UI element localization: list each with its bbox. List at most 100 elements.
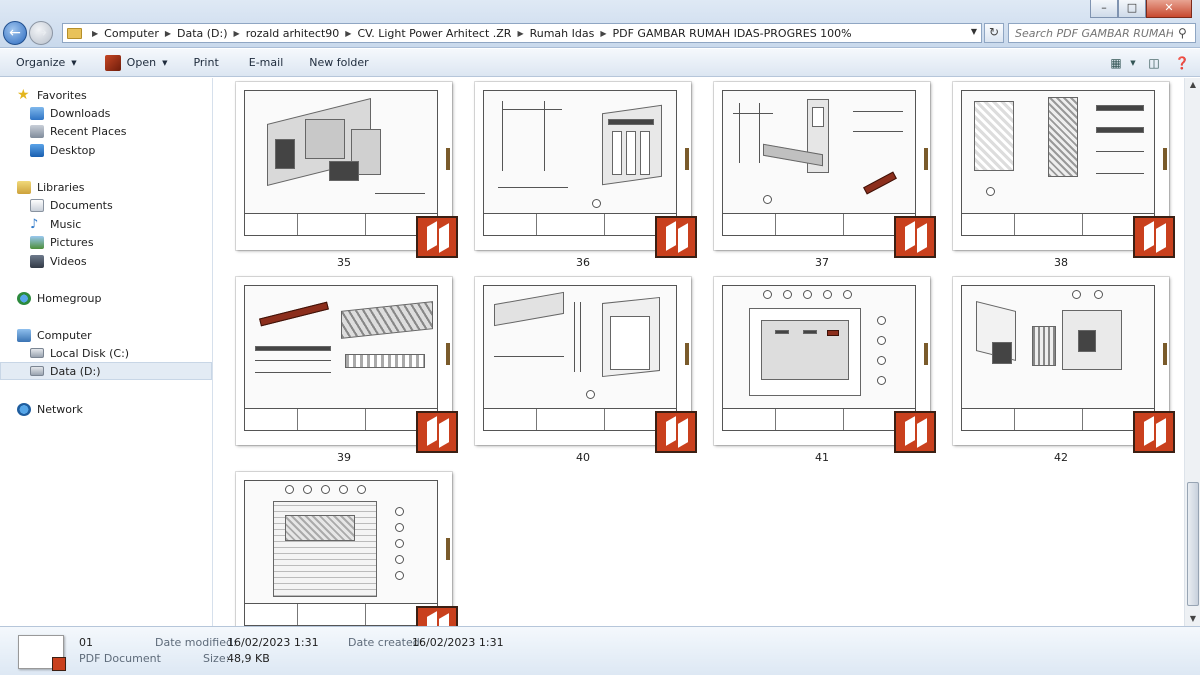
breadcrumb-rozald[interactable]: rozald arhitect90: [246, 27, 340, 40]
selected-file-thumbnail: [18, 635, 66, 671]
email-button[interactable]: E-mail: [241, 53, 292, 72]
organize-button[interactable]: Organize ▼: [8, 53, 85, 72]
chevron-right-icon: ▶: [600, 28, 607, 38]
nav-label: Network: [37, 402, 83, 416]
search-input[interactable]: [1008, 23, 1196, 43]
nav-item-local-disk[interactable]: Local Disk (C:): [0, 344, 212, 362]
vertical-scrollbar[interactable]: ▲ ▼: [1184, 78, 1200, 626]
pdf-icon: [894, 411, 936, 453]
nav-item-libraries[interactable]: Libraries: [0, 178, 212, 196]
nav-label: Homegroup: [37, 291, 102, 305]
file-thumbnail[interactable]: [953, 82, 1175, 258]
address-bar[interactable]: ▶ Computer ▶ Data (D:) ▶ rozald arhitect…: [62, 23, 982, 43]
nav-item-computer[interactable]: Computer: [0, 326, 212, 344]
nav-item-documents[interactable]: Documents: [0, 196, 212, 214]
pdf-icon: [1133, 216, 1175, 258]
address-dropdown-icon[interactable]: ▼: [971, 27, 977, 36]
view-options-icon[interactable]: ▦: [1104, 53, 1128, 73]
pdf-page-preview: [722, 285, 916, 431]
nav-label: Computer: [37, 328, 92, 342]
nav-item-network[interactable]: Network: [0, 400, 212, 418]
chevron-right-icon: ▶: [233, 28, 240, 38]
help-icon[interactable]: ❓: [1170, 53, 1194, 73]
chevron-right-icon: ▶: [345, 28, 352, 38]
file-thumbnail[interactable]: [236, 277, 458, 453]
star-icon: ★: [17, 86, 30, 103]
nav-label: Videos: [50, 254, 87, 268]
file-name[interactable]: 35: [236, 256, 452, 269]
nav-item-music[interactable]: ♪ Music: [0, 215, 212, 233]
pdf-page-preview: [483, 285, 677, 431]
chevron-right-icon: ▶: [517, 28, 524, 38]
nav-item-downloads[interactable]: Downloads: [0, 104, 212, 122]
pdf-icon: [655, 216, 697, 258]
open-label: Open: [126, 56, 157, 69]
file-thumbnail[interactable]: [953, 277, 1175, 453]
scroll-up-icon[interactable]: ▲: [1185, 78, 1200, 92]
file-thumbnail[interactable]: [236, 82, 458, 258]
refresh-icon[interactable]: ↻: [984, 23, 1004, 43]
minimize-button[interactable]: –: [1090, 0, 1118, 18]
desktop-icon: [30, 143, 44, 157]
chevron-down-icon[interactable]: ▼: [1128, 53, 1138, 73]
file-thumbnail[interactable]: [236, 472, 458, 626]
breadcrumb-pdf-folder[interactable]: PDF GAMBAR RUMAH IDAS-PROGRES 100%: [613, 27, 852, 40]
pdf-icon: [416, 216, 458, 258]
print-button[interactable]: Print: [185, 53, 226, 72]
preview-pane-icon[interactable]: ◫: [1142, 53, 1166, 73]
close-button[interactable]: ✕: [1146, 0, 1192, 18]
pdf-icon: [894, 216, 936, 258]
file-name[interactable]: 39: [236, 451, 452, 464]
size-label: Size:: [203, 652, 230, 665]
scroll-down-icon[interactable]: ▼: [1185, 612, 1200, 626]
nav-label: Pictures: [50, 235, 94, 249]
computer-icon: [17, 328, 31, 342]
nav-item-desktop[interactable]: Desktop: [0, 141, 212, 159]
nav-item-videos[interactable]: Videos: [0, 252, 212, 270]
file-name[interactable]: 36: [475, 256, 691, 269]
file-thumbnail[interactable]: [714, 277, 936, 453]
nav-label: Music: [50, 217, 82, 231]
nav-label: Favorites: [37, 88, 87, 102]
nav-item-data-drive[interactable]: Data (D:): [0, 362, 212, 380]
breadcrumb-data-drive[interactable]: Data (D:): [177, 27, 228, 40]
new-folder-button[interactable]: New folder: [301, 53, 376, 72]
hard-drive-icon: [30, 348, 44, 358]
folder-icon: [67, 27, 82, 39]
file-name[interactable]: 41: [714, 451, 930, 464]
file-name[interactable]: 37: [714, 256, 930, 269]
nav-label: Downloads: [50, 106, 111, 120]
file-thumbnail[interactable]: [475, 82, 697, 258]
breadcrumb-computer[interactable]: Computer: [104, 27, 159, 40]
scrollbar-thumb[interactable]: [1187, 482, 1199, 606]
breadcrumb-cv-light-power[interactable]: CV. Light Power Arhitect .ZR: [357, 27, 511, 40]
maximize-button[interactable]: □: [1118, 0, 1146, 18]
pdf-page-preview: [961, 90, 1155, 236]
pdf-page-preview: [722, 90, 916, 236]
nav-item-pictures[interactable]: Pictures: [0, 233, 212, 251]
forward-button[interactable]: →: [29, 21, 53, 45]
nav-item-favorites[interactable]: ★ Favorites: [0, 86, 212, 104]
file-name[interactable]: 38: [953, 256, 1169, 269]
breadcrumb-rumah-idas[interactable]: Rumah Idas: [530, 27, 595, 40]
chevron-right-icon: ▶: [92, 28, 99, 38]
back-button[interactable]: ←: [3, 21, 27, 45]
pdf-app-icon: [104, 54, 121, 71]
file-thumbnail[interactable]: [714, 82, 936, 258]
hard-drive-icon: [30, 366, 44, 376]
nav-item-homegroup[interactable]: Homegroup: [0, 289, 212, 307]
file-name[interactable]: 42: [953, 451, 1169, 464]
chevron-right-icon: ▶: [164, 28, 171, 38]
videos-icon: [30, 254, 44, 268]
nav-item-recent-places[interactable]: Recent Places: [0, 122, 212, 140]
details-pane: 01 PDF Document Date modified: 16/02/202…: [0, 626, 1200, 675]
nav-label: Data (D:): [50, 364, 101, 378]
file-name[interactable]: 40: [475, 451, 691, 464]
pdf-icon: [416, 411, 458, 453]
file-thumbnail[interactable]: [475, 277, 697, 453]
music-icon: ♪: [30, 216, 39, 232]
open-button[interactable]: Open ▼: [97, 52, 176, 74]
command-bar: Organize ▼ Open ▼ Print E-mail New folde…: [0, 49, 1200, 77]
network-icon: [17, 402, 31, 416]
size-value: 48,9 KB: [227, 652, 270, 665]
